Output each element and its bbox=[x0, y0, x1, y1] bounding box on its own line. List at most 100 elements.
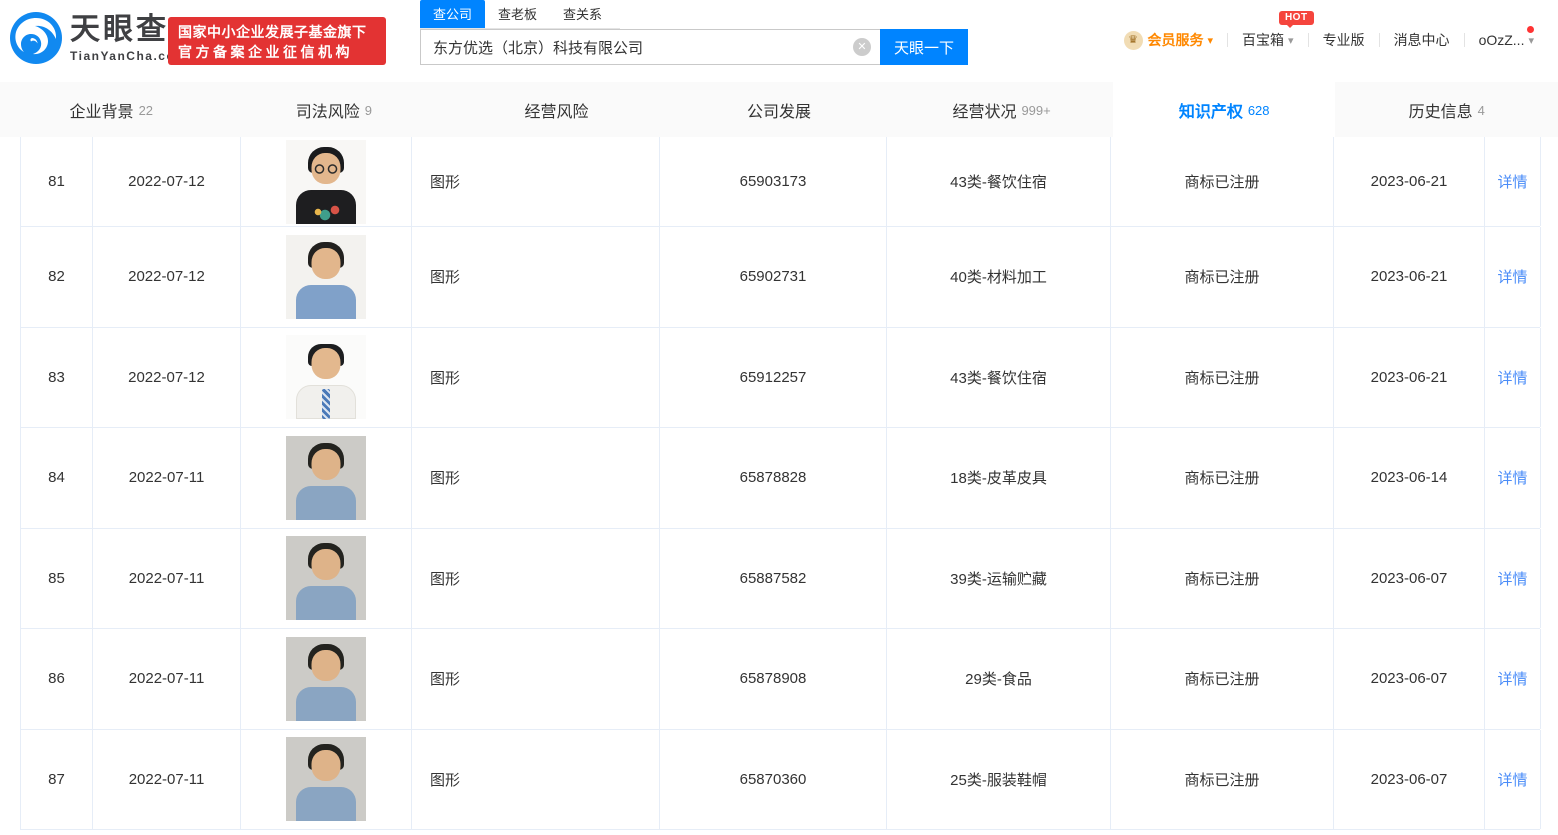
avatar-body bbox=[296, 687, 356, 721]
tab-judicial-risk[interactable]: 司法风险 9 bbox=[223, 82, 446, 137]
trademark-category: 40类-材料加工 bbox=[887, 227, 1111, 327]
toolbox-label: 百宝箱 bbox=[1242, 30, 1284, 50]
registration-number: 65878828 bbox=[660, 428, 887, 528]
tab-operation-status[interactable]: 经营状况 999+ bbox=[890, 82, 1113, 137]
clear-icon[interactable]: ✕ bbox=[853, 38, 871, 56]
tab-count: 628 bbox=[1248, 103, 1270, 118]
search-tab-boss[interactable]: 查老板 bbox=[485, 0, 550, 28]
trademark-name: 图形 bbox=[412, 629, 660, 729]
section-nav: 企业背景 22 司法风险 9 经营风险 公司发展 经营状况 999+ 知识产权 … bbox=[0, 82, 1558, 137]
detail-cell: 详情 bbox=[1485, 428, 1541, 528]
trademark-name: 图形 bbox=[412, 730, 660, 830]
tab-label: 经营风险 bbox=[524, 98, 588, 122]
apply-date: 2022-07-12 bbox=[93, 227, 241, 327]
detail-cell: 详情 bbox=[1485, 328, 1541, 428]
trademark-name: 图形 bbox=[412, 137, 660, 226]
row-index: 83 bbox=[21, 328, 93, 428]
trademark-photo bbox=[286, 436, 366, 520]
menu-item-messages[interactable]: 消息中心 bbox=[1380, 30, 1464, 50]
tab-count: 22 bbox=[139, 103, 153, 118]
trademark-name: 图形 bbox=[412, 529, 660, 629]
avatar-face bbox=[312, 650, 341, 681]
notification-dot bbox=[1527, 26, 1534, 33]
search-button[interactable]: 天眼一下 bbox=[880, 29, 968, 65]
chevron-down-icon: ▾ bbox=[1528, 34, 1534, 47]
search-area: 查公司 查老板 查关系 ✕ 天眼一下 bbox=[420, 5, 968, 65]
trademark-photo bbox=[286, 335, 366, 419]
trademark-status: 商标已注册 bbox=[1111, 137, 1334, 226]
row-index: 82 bbox=[21, 227, 93, 327]
detail-cell: 详情 bbox=[1485, 137, 1541, 226]
tab-label: 企业背景 bbox=[70, 98, 134, 122]
tab-company-background[interactable]: 企业背景 22 bbox=[0, 82, 223, 137]
trademark-status: 商标已注册 bbox=[1111, 328, 1334, 428]
header-menu: ♛ 会员服务 ▾ HOT 百宝箱 ▾ 专业版 消息中心 oOzZ... ▾ bbox=[1110, 30, 1549, 50]
avatar-face bbox=[312, 153, 341, 184]
tianyancha-logo-icon bbox=[8, 10, 64, 66]
crown-icon: ♛ bbox=[1124, 31, 1143, 50]
gov-badge-line2: 官方备案企业征信机构 bbox=[178, 42, 376, 62]
tab-label: 历史信息 bbox=[1409, 98, 1473, 122]
status-date: 2023-06-21 bbox=[1334, 328, 1485, 428]
trademark-photo bbox=[286, 235, 366, 319]
row-index: 85 bbox=[21, 529, 93, 629]
trademark-status: 商标已注册 bbox=[1111, 428, 1334, 528]
table-row: 81 2022-07-12 图形 65903173 43类-餐饮住宿 商标已注册… bbox=[21, 137, 1540, 227]
row-index: 84 bbox=[21, 428, 93, 528]
menu-item-pro[interactable]: 专业版 bbox=[1309, 30, 1379, 50]
search-tab-relation[interactable]: 查关系 bbox=[550, 0, 615, 28]
detail-link[interactable]: 详情 bbox=[1497, 266, 1527, 287]
menu-item-user[interactable]: oOzZ... ▾ bbox=[1465, 32, 1548, 48]
detail-cell: 详情 bbox=[1485, 227, 1541, 327]
trademark-image-cell bbox=[241, 730, 412, 830]
tab-company-development[interactable]: 公司发展 bbox=[668, 82, 891, 137]
trademark-status: 商标已注册 bbox=[1111, 529, 1334, 629]
pro-label: 专业版 bbox=[1323, 30, 1365, 50]
tab-count: 4 bbox=[1478, 103, 1485, 118]
search-input[interactable] bbox=[420, 29, 880, 65]
tab-history-info[interactable]: 历史信息 4 bbox=[1335, 82, 1558, 137]
detail-cell: 详情 bbox=[1485, 529, 1541, 629]
row-index: 81 bbox=[21, 137, 93, 226]
trademark-status: 商标已注册 bbox=[1111, 629, 1334, 729]
messages-label: 消息中心 bbox=[1394, 30, 1450, 50]
avatar-face bbox=[312, 248, 341, 279]
avatar-body bbox=[296, 486, 356, 520]
registration-number: 65887582 bbox=[660, 529, 887, 629]
apply-date: 2022-07-12 bbox=[93, 328, 241, 428]
apply-date: 2022-07-11 bbox=[93, 529, 241, 629]
trademark-category: 25类-服装鞋帽 bbox=[887, 730, 1111, 830]
tab-intellectual-property[interactable]: 知识产权 628 bbox=[1113, 82, 1336, 137]
detail-link[interactable]: 详情 bbox=[1497, 769, 1527, 790]
trademark-category: 43类-餐饮住宿 bbox=[887, 328, 1111, 428]
avatar-face bbox=[312, 449, 341, 480]
avatar-face bbox=[312, 549, 341, 580]
detail-link[interactable]: 详情 bbox=[1497, 367, 1527, 388]
hot-badge: HOT bbox=[1279, 11, 1314, 25]
avatar-body bbox=[296, 787, 356, 821]
trademark-status: 商标已注册 bbox=[1111, 227, 1334, 327]
detail-link[interactable]: 详情 bbox=[1497, 467, 1527, 488]
avatar-body bbox=[296, 190, 356, 224]
gov-badge-line1: 国家中小企业发展子基金旗下 bbox=[178, 22, 376, 42]
trademark-photo bbox=[286, 637, 366, 721]
detail-link[interactable]: 详情 bbox=[1497, 668, 1527, 689]
table-row: 85 2022-07-11 图形 65887582 39类-运输贮藏 商标已注册… bbox=[21, 529, 1540, 630]
menu-item-toolbox[interactable]: HOT 百宝箱 ▾ bbox=[1228, 30, 1308, 50]
row-index: 87 bbox=[21, 730, 93, 830]
detail-link[interactable]: 详情 bbox=[1497, 171, 1527, 192]
search-tabs: 查公司 查老板 查关系 bbox=[420, 5, 620, 29]
menu-item-vip[interactable]: ♛ 会员服务 ▾ bbox=[1110, 30, 1228, 50]
registration-number: 65870360 bbox=[660, 730, 887, 830]
detail-link[interactable]: 详情 bbox=[1497, 568, 1527, 589]
tab-operation-risk[interactable]: 经营风险 bbox=[445, 82, 668, 137]
status-date: 2023-06-14 bbox=[1334, 428, 1485, 528]
table-row: 87 2022-07-11 图形 65870360 25类-服装鞋帽 商标已注册… bbox=[21, 730, 1540, 831]
table-row: 82 2022-07-12 图形 65902731 40类-材料加工 商标已注册… bbox=[21, 227, 1540, 328]
trademark-image-cell bbox=[241, 529, 412, 629]
search-tab-company[interactable]: 查公司 bbox=[420, 0, 485, 28]
trademark-name: 图形 bbox=[412, 328, 660, 428]
registration-number: 65912257 bbox=[660, 328, 887, 428]
tianyancha-logo[interactable]: 天眼查 TianYanCha.com bbox=[8, 10, 187, 66]
trademark-image-cell bbox=[241, 629, 412, 729]
